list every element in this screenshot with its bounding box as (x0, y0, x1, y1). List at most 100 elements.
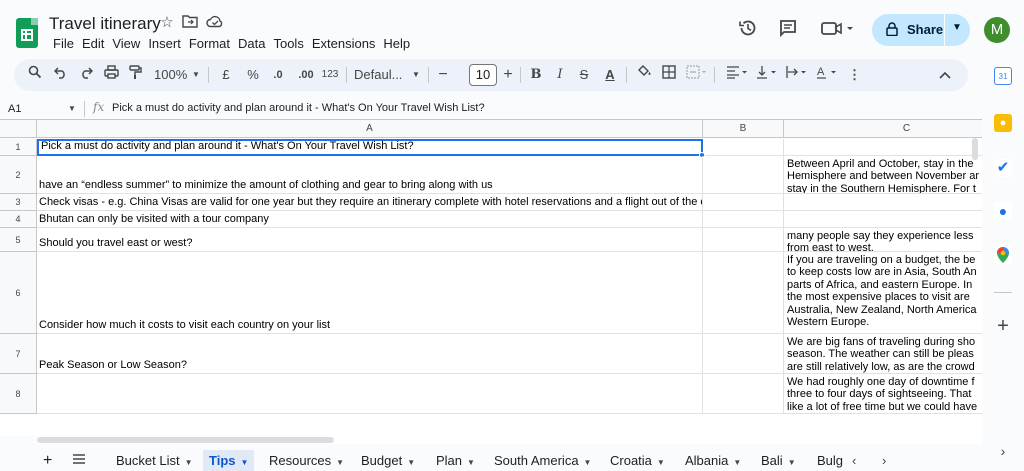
sheet-tab[interactable]: Bucket List ▼ (116, 450, 193, 471)
menu-extensions[interactable]: Extensions (308, 35, 380, 52)
print-icon[interactable] (102, 65, 120, 85)
search-menus-icon[interactable] (26, 65, 44, 85)
sheet-tab[interactable]: Budget ▼ (361, 450, 415, 471)
menu-help[interactable]: Help (379, 35, 414, 52)
sheet-tab[interactable]: Resources ▼ (269, 450, 344, 471)
cell-a[interactable] (37, 374, 703, 414)
formula-input[interactable]: Pick a must do activity and plan around … (112, 102, 485, 114)
cell-a[interactable]: Bhutan can only be visited with a tour c… (37, 211, 703, 228)
sheet-tab[interactable]: Plan ▼ (436, 450, 475, 471)
move-folder-icon[interactable] (181, 14, 199, 32)
share-dropdown-icon[interactable]: ▼ (952, 22, 962, 33)
menu-data[interactable]: Data (234, 35, 269, 52)
cell-a1-selected[interactable]: Pick a must do activity and plan around … (37, 139, 703, 156)
all-sheets-icon[interactable] (72, 450, 86, 471)
cell-a[interactable]: Should you travel east or west? (37, 228, 703, 252)
column-header-c[interactable]: C (784, 120, 982, 138)
increase-font-size-button[interactable]: + (500, 65, 516, 85)
font-select[interactable]: Defaul... (354, 65, 410, 85)
currency-format-button[interactable]: £ (218, 65, 234, 85)
spreadsheet-grid[interactable]: A B C 1 Pick a must do activity and plan … (0, 119, 982, 436)
cell-a[interactable]: Consider how much it costs to visit each… (37, 252, 703, 334)
sheet-tab-dropdown-icon[interactable]: ▼ (657, 458, 665, 467)
text-color-button[interactable]: A (601, 65, 619, 85)
sheet-tab[interactable]: Bali ▼ (761, 450, 796, 471)
italic-button[interactable]: I (552, 65, 568, 85)
horizontal-scroll-thumb[interactable] (37, 437, 334, 443)
row-header[interactable]: 6 (0, 252, 37, 334)
cell-b[interactable] (703, 156, 784, 194)
scroll-tabs-left-icon[interactable]: ‹ (852, 450, 856, 471)
cloud-status-icon[interactable] (206, 14, 224, 32)
menu-view[interactable]: View (108, 35, 144, 52)
menu-format[interactable]: Format (185, 35, 234, 52)
sheet-tab-dropdown-icon[interactable]: ▼ (336, 458, 344, 467)
contacts-icon[interactable]: ● (994, 202, 1012, 220)
maps-icon[interactable] (994, 246, 1012, 264)
avatar[interactable]: M (984, 17, 1010, 43)
sheet-tab-dropdown-icon[interactable]: ▼ (185, 458, 193, 467)
show-side-panel-icon[interactable]: › (994, 442, 1012, 460)
calendar-icon[interactable]: 31 (994, 67, 1012, 85)
sheet-tab[interactable]: Croatia ▼ (610, 450, 665, 471)
scroll-tabs-right-icon[interactable]: › (882, 450, 886, 471)
keep-icon[interactable]: ● (994, 114, 1012, 132)
add-addon-icon[interactable]: + (994, 316, 1012, 336)
sheet-tab-dropdown-icon[interactable]: ▼ (407, 458, 415, 467)
sheet-tab-dropdown-icon[interactable]: ▼ (241, 458, 249, 467)
decrease-decimal-button[interactable]: .0 (268, 65, 288, 85)
cell-c[interactable]: We are big fans of traveling during sho s… (784, 334, 982, 374)
strikethrough-button[interactable]: S (576, 65, 592, 85)
star-icon[interactable]: ☆ (158, 14, 176, 32)
cell-c[interactable]: many people say they experience less from… (784, 228, 982, 252)
cell-a[interactable]: Check visas - e.g. China Visas are valid… (37, 194, 703, 211)
menu-file[interactable]: File (49, 35, 78, 52)
row-header[interactable]: 2 (0, 156, 37, 194)
fill-color-icon[interactable] (634, 65, 652, 85)
undo-icon[interactable] (52, 65, 70, 85)
row-header[interactable]: 7 (0, 334, 37, 374)
sheet-tab-dropdown-icon[interactable]: ▼ (733, 458, 741, 467)
select-all-corner[interactable] (0, 120, 37, 138)
zoom-dropdown-icon[interactable]: ▼ (190, 65, 202, 85)
text-wrapping-icon[interactable] (784, 65, 810, 85)
decrease-font-size-button[interactable]: − (434, 65, 452, 85)
cell-b[interactable] (703, 374, 784, 414)
sheets-logo-icon[interactable] (16, 18, 38, 48)
vertical-align-icon[interactable] (754, 65, 780, 85)
cell-a[interactable]: have an “endless summer” to minimize the… (37, 156, 703, 194)
row-header[interactable]: 5 (0, 228, 37, 252)
cell-c[interactable]: Between April and October, stay in the He… (784, 156, 982, 194)
cell-c[interactable]: If you are traveling on a budget, the be… (784, 252, 982, 334)
font-size-input[interactable]: 10 (469, 64, 497, 86)
cell-b[interactable] (703, 252, 784, 334)
share-button[interactable]: Share ▼ (872, 14, 970, 46)
column-header-a[interactable]: A (37, 120, 703, 138)
sheet-tab[interactable]: South America ▼ (494, 450, 591, 471)
cell-c[interactable]: We had roughly one day of downtime f thre… (784, 374, 982, 414)
hide-menus-icon[interactable] (936, 65, 954, 85)
version-history-icon[interactable] (735, 18, 761, 44)
tasks-icon[interactable]: ✔ (994, 159, 1012, 177)
zoom-select[interactable]: 100% (154, 65, 187, 85)
cell-b[interactable] (703, 194, 784, 211)
row-header[interactable]: 1 (0, 139, 37, 156)
bold-button[interactable]: B (528, 65, 544, 85)
text-rotation-icon[interactable]: A (814, 65, 840, 85)
cell-c[interactable] (784, 211, 982, 228)
sheet-tab-dropdown-icon[interactable]: ▼ (467, 458, 475, 467)
name-box-dropdown-icon[interactable]: ▼ (68, 100, 76, 118)
menu-insert[interactable]: Insert (144, 35, 185, 52)
row-header[interactable]: 3 (0, 194, 37, 211)
row-header[interactable]: 4 (0, 211, 37, 228)
cell-b[interactable] (703, 334, 784, 374)
horizontal-align-icon[interactable] (724, 65, 750, 85)
sheet-tab-dropdown-icon[interactable]: ▼ (788, 458, 796, 467)
increase-decimal-button[interactable]: .00 (294, 65, 318, 85)
redo-icon[interactable] (77, 65, 95, 85)
sheet-tab[interactable]: Albania ▼ (685, 450, 741, 471)
row-header[interactable]: 8 (0, 374, 37, 414)
merge-cells-icon[interactable] (684, 65, 708, 85)
name-box[interactable]: A1 ▼ (8, 100, 78, 118)
add-sheet-button[interactable]: + (43, 450, 52, 471)
